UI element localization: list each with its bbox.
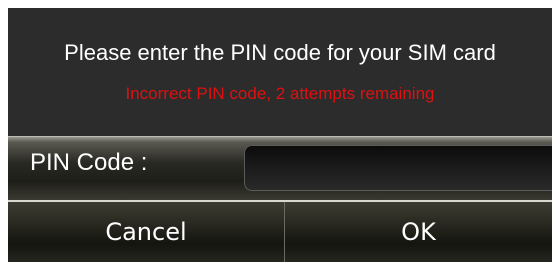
cancel-button[interactable]: Cancel (8, 202, 285, 262)
button-bar: Cancel OK (8, 200, 552, 262)
pin-code-label: PIN Code : (30, 149, 148, 176)
sim-pin-dialog: Please enter the PIN code for your SIM c… (8, 8, 552, 262)
pin-row: PIN Code : (8, 136, 552, 200)
ok-button[interactable]: OK (285, 202, 552, 262)
prompt-message: Please enter the PIN code for your SIM c… (64, 40, 496, 65)
pin-code-input[interactable] (244, 145, 552, 191)
error-message: Incorrect PIN code, 2 attempts remaining (125, 84, 435, 103)
message-area: Please enter the PIN code for your SIM c… (8, 8, 552, 136)
